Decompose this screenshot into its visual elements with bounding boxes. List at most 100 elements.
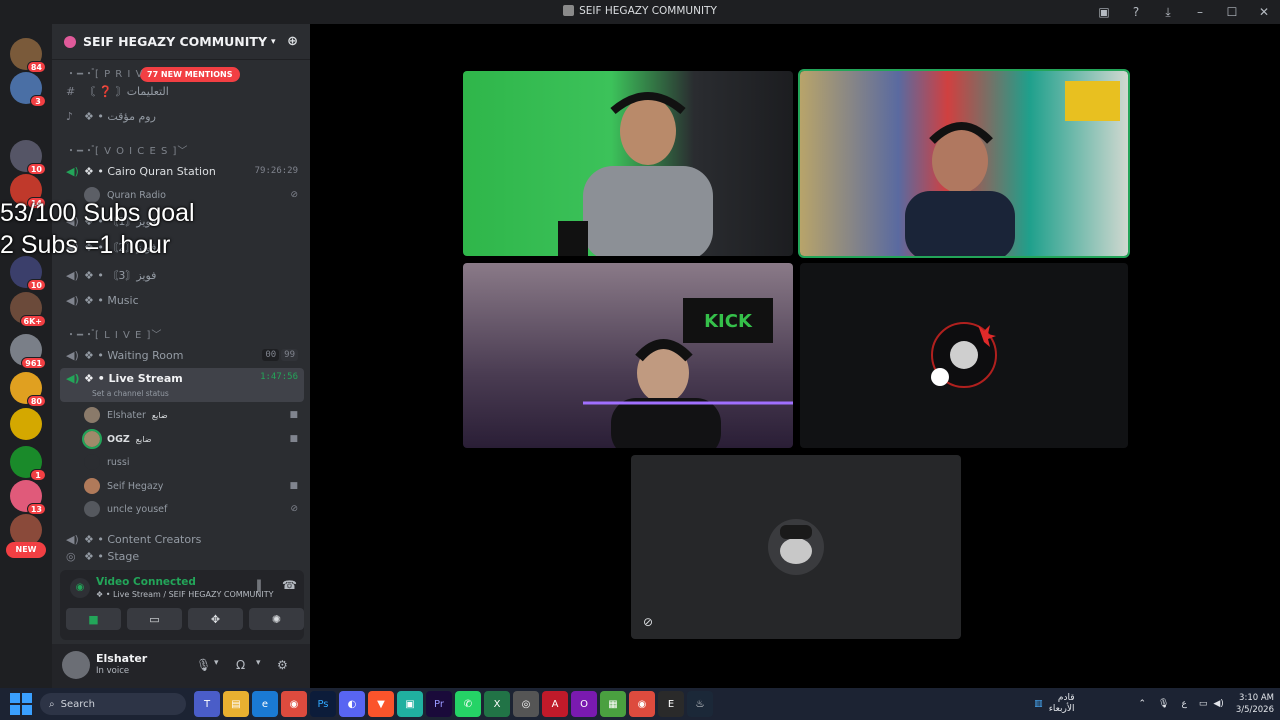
signal-icon[interactable]: ◉ (70, 578, 90, 598)
epic-games-icon[interactable]: E (658, 691, 684, 717)
microphone-icon[interactable]: 🎙 (1158, 699, 1169, 709)
premiere-icon[interactable]: Pr (426, 691, 452, 717)
server-name: SEIF HEGAZY COMMUNITY (83, 34, 268, 49)
clock[interactable]: 3:10 AM 3/5/2026 (1236, 692, 1274, 716)
server-badge: 84 (26, 61, 46, 73)
noise-suppression-icon[interactable]: ‖ (256, 578, 262, 592)
channel-fawiz-3[interactable]: ◀) ❖ • 〘3〙فويز (60, 264, 304, 286)
discord-icon[interactable]: ◐ (339, 691, 365, 717)
inbox-icon[interactable]: ▣ (1088, 0, 1120, 24)
category-voices[interactable]: ・━•゚[ V O I C E S ]﹀ (60, 138, 304, 160)
teams-icon[interactable]: T (194, 691, 220, 717)
channel-music[interactable]: ◀) ❖ • Music (60, 289, 304, 311)
volume-icon[interactable]: ◀) (1213, 699, 1223, 709)
server-badge: 10 (26, 163, 46, 175)
channel-status-prompt[interactable]: Set a channel status (92, 389, 169, 398)
chevron-up-icon[interactable]: ⌃ (1139, 699, 1147, 709)
download-icon[interactable]: ⤓ (1152, 0, 1184, 24)
microphone-icon[interactable]: 🎙 (196, 658, 211, 672)
channel-timer: 79:26:29 (254, 166, 298, 176)
video-stage: KICK ⊘ (310, 24, 1280, 688)
avatar-tile[interactable] (800, 263, 1128, 448)
weather-widget[interactable]: قادم الأربعاء (1049, 693, 1075, 715)
camera-button[interactable]: ■ (66, 608, 121, 630)
server-badge: 6K+ (19, 315, 46, 327)
voice-status: Video Connected (96, 576, 196, 588)
server-icon[interactable]: 80 (10, 372, 46, 407)
avatar-tile[interactable]: ⊘ (631, 455, 961, 639)
brave-icon[interactable]: ▼ (368, 691, 394, 717)
member-elshater[interactable]: Elshater ضايع ■ (84, 404, 304, 426)
server-icon[interactable]: 84 (10, 38, 46, 73)
steam-icon[interactable]: ♨ (687, 691, 713, 717)
video-tile[interactable]: KICK (463, 263, 793, 448)
search-label: Search (60, 698, 95, 710)
webcam-person-image (558, 92, 713, 256)
network-icon[interactable]: ▭ (1199, 699, 1208, 709)
chevron-down-icon[interactable]: ▾ (214, 658, 219, 668)
server-icon[interactable]: 13 (10, 480, 46, 515)
chrome-icon[interactable]: ◉ (281, 691, 307, 717)
video-tile-speaking[interactable] (798, 69, 1130, 258)
windows-start-button[interactable] (10, 693, 32, 715)
github-icon[interactable]: ◎ (513, 691, 539, 717)
settings-gear-icon[interactable]: ⚙ (277, 658, 288, 672)
activities-button[interactable]: ✥ (188, 608, 243, 630)
svg-text:KICK: KICK (704, 311, 753, 332)
language-indicator[interactable]: ع (1181, 699, 1186, 709)
channel-content-creators[interactable]: ◀) ❖ • Content Creators (60, 528, 304, 550)
server-icon[interactable]: 3 (10, 72, 46, 107)
file-explorer-icon[interactable]: ▤ (223, 691, 249, 717)
minimize-button[interactable]: – (1184, 0, 1216, 24)
chevron-down-icon[interactable]: ▾ (256, 658, 261, 668)
app-icon[interactable]: ▣ (397, 691, 423, 717)
channel-temp-room[interactable]: ♪ ❖ • روم مؤقت (60, 105, 304, 127)
soundboard-button[interactable]: ✺ (249, 608, 304, 630)
server-icon[interactable]: 6K+ (10, 292, 46, 327)
window-title-text: SEIF HEGAZY COMMUNITY (579, 5, 717, 17)
excel-icon[interactable]: X (484, 691, 510, 717)
weather-sub: الأربعاء (1048, 704, 1075, 714)
taskbar-search[interactable]: ⌕ Search (40, 693, 186, 715)
minecraft-icon[interactable]: ▦ (600, 691, 626, 717)
member-ogz[interactable]: OGZ ضايع ■ (82, 428, 304, 450)
channel-cairo-quran[interactable]: ◀) ❖ • Cairo Quran Station 79:26:29 (60, 160, 304, 182)
voice-connection-panel: ◉ Video Connected ❖ • Live Stream / SEIF… (60, 570, 304, 640)
member-russi[interactable]: russi (84, 451, 304, 473)
opera-icon[interactable]: O (571, 691, 597, 717)
category-live[interactable]: ・━•゚[ L I V E ]﹀ (60, 322, 304, 344)
avatar[interactable] (62, 651, 90, 679)
whatsapp-icon[interactable]: ✆ (455, 691, 481, 717)
headphones-icon[interactable]: Ω (236, 658, 245, 672)
close-button[interactable]: ✕ (1248, 0, 1280, 24)
member-name: Elshater (107, 409, 146, 421)
invite-people-icon[interactable]: ⊕ (287, 34, 298, 49)
member-uncle-yousef[interactable]: uncle yousef ⊘ (84, 498, 304, 520)
camera-icon: ■ (289, 434, 298, 444)
channel-waiting-room[interactable]: ◀) ❖ • Waiting Room 00 99 (60, 344, 304, 366)
disconnect-icon[interactable]: ☎ (282, 578, 297, 592)
member-seif-hegazy[interactable]: Seif Hegazy ■ (84, 475, 304, 497)
channel-stage[interactable]: ◎ ❖ • Stage (60, 550, 304, 562)
video-tile[interactable] (463, 71, 793, 256)
user-status: In voice (96, 666, 130, 676)
edge-icon[interactable]: e (252, 691, 278, 717)
server-icon[interactable]: 1 (10, 446, 46, 481)
channel-rules[interactable]: # 〘 ❓ 〙التعليمات (60, 80, 304, 102)
voice-location[interactable]: ❖ • Live Stream / SEIF HEGAZY COMMUNITY (96, 590, 274, 599)
subs-goal-overlay: 53/100 Subs goal (0, 199, 195, 227)
server-icon[interactable]: 961 (10, 334, 46, 369)
chrome-icon[interactable]: ◉ (629, 691, 655, 717)
screen-share-button[interactable]: ▭ (127, 608, 182, 630)
weather-icon[interactable]: ▥ (1034, 699, 1043, 709)
channel-live-stream[interactable]: ◀) ❖ • Live Stream 1:47:56 Set a channel st… (60, 368, 304, 402)
help-icon[interactable]: ? (1120, 0, 1152, 24)
server-icon[interactable]: 10 (10, 256, 46, 291)
channel-label: 〘 ❓ 〙التعليمات (84, 85, 169, 98)
server-icon[interactable]: 10 (10, 140, 46, 175)
photoshop-icon[interactable]: Ps (310, 691, 336, 717)
server-header[interactable]: SEIF HEGAZY COMMUNITY ▾ ⊕ (52, 24, 310, 60)
maximize-button[interactable]: ☐ (1216, 0, 1248, 24)
adobe-icon[interactable]: A (542, 691, 568, 717)
steam-server-icon[interactable] (10, 408, 42, 440)
